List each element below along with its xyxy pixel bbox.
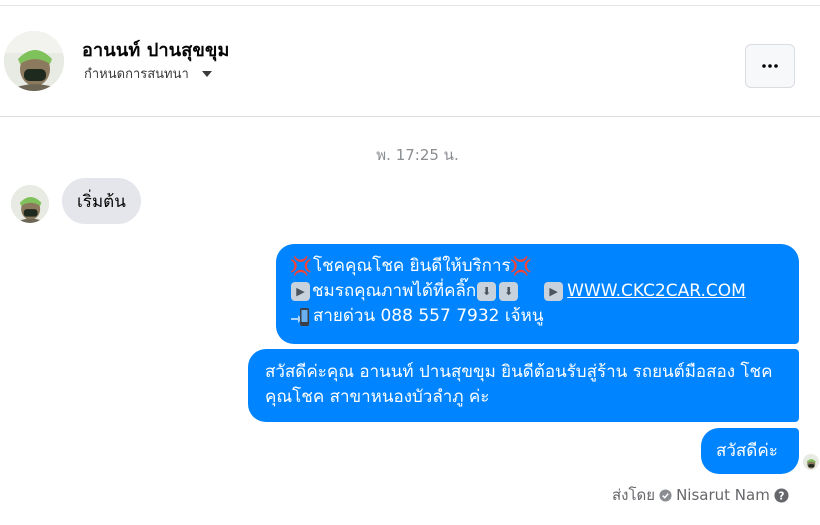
- website-link[interactable]: WWW.CKC2CAR.COM: [567, 279, 746, 304]
- message-line: ชมรถคุณภาพได้ที่คลิ๊ก: [312, 281, 477, 301]
- conversation-settings-dropdown[interactable]: กำหนดการสนทนา: [84, 63, 213, 84]
- incoming-message[interactable]: เริ่มต้น: [62, 178, 141, 224]
- contact-avatar-small[interactable]: [11, 185, 49, 223]
- outgoing-message[interactable]: สวัสดีค่ะคุณ อานนท์ ปานสุขขุม ยินดีต้อนร…: [248, 349, 799, 422]
- more-dots-icon: [762, 64, 778, 68]
- seen-indicator-avatar: [803, 454, 819, 470]
- more-options-button[interactable]: [745, 44, 795, 88]
- play-button-icon: ▶: [544, 282, 564, 301]
- outgoing-message[interactable]: 💢 โชคคุณโชค ยินดีให้บริการ 💢 ▶ ชมรถคุณภา…: [276, 244, 799, 344]
- anger-symbol-icon: 💢: [289, 256, 313, 277]
- conversation-settings-label: กำหนดการสนทนา: [84, 67, 189, 82]
- caret-down-icon: [201, 67, 213, 82]
- question-circle-icon[interactable]: ?: [774, 487, 789, 503]
- down-arrow-icon: ⬇: [499, 282, 519, 301]
- sent-by-label: ส่งโดย: [612, 486, 656, 504]
- check-circle-icon: [659, 488, 672, 502]
- sender-name: Nisarut Nam: [676, 486, 770, 504]
- conversation-header: อานนท์ ปานสุขขุม กำหนดการสนทนา: [0, 6, 820, 117]
- svg-text:?: ?: [778, 490, 784, 502]
- message-line: สายด่วน 088 557 7932 เจ้หนู: [313, 306, 544, 326]
- play-button-icon: ▶: [291, 282, 310, 301]
- down-arrow-icon: ⬇: [477, 282, 497, 301]
- message-line: โชคคุณโชค ยินดีให้บริการ: [313, 256, 511, 276]
- outgoing-message[interactable]: สวัสดีค่ะ: [701, 428, 799, 474]
- sent-by-info: ส่งโดย Nisarut Nam ?: [612, 483, 793, 507]
- contact-avatar[interactable]: [4, 31, 64, 91]
- anger-symbol-icon: 💢: [509, 256, 532, 277]
- contact-name[interactable]: อานนท์ ปานสุขขุม: [82, 35, 230, 64]
- mobile-phone-arrow-icon: [291, 306, 311, 328]
- message-timestamp: พ. 17:25 น.: [376, 146, 459, 164]
